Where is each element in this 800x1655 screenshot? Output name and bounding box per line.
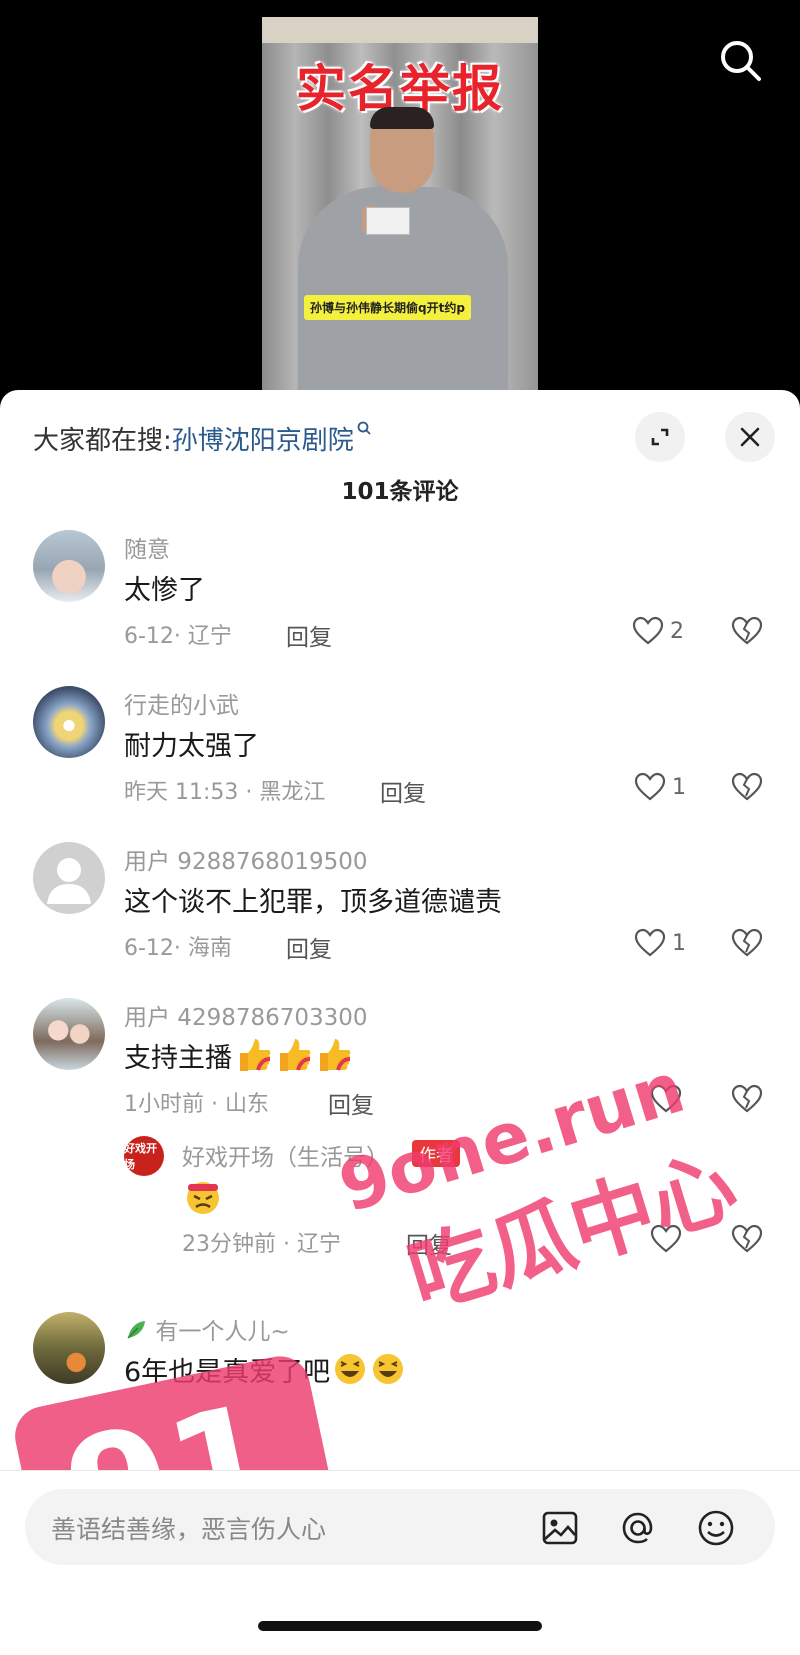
hot-search-prefix: 大家都在搜: bbox=[33, 426, 172, 456]
comment-text: 耐力太强了 bbox=[124, 731, 259, 762]
comment-input[interactable]: 善语结善缘，恶言伤人心 bbox=[25, 1489, 775, 1565]
small-search-icon bbox=[357, 421, 371, 435]
mention-button[interactable] bbox=[617, 1507, 659, 1549]
close-icon bbox=[740, 427, 760, 447]
comment-text: 太惨了 bbox=[124, 575, 205, 606]
comment-input-placeholder: 善语结善缘，恶言伤人心 bbox=[51, 1515, 327, 1544]
comment-author[interactable]: 用户 9288768019500 bbox=[124, 842, 368, 876]
video-frame[interactable]: 实名举报 孙博与孙伟静长期偷q开t约p bbox=[262, 17, 538, 397]
heart-icon bbox=[634, 928, 666, 957]
broken-heart-icon bbox=[731, 928, 763, 957]
expand-button[interactable] bbox=[635, 412, 685, 462]
person-hair bbox=[370, 107, 434, 129]
expand-icon bbox=[651, 428, 669, 446]
video-top-strip bbox=[262, 17, 538, 43]
thumbs-up-emoji-icon bbox=[280, 1039, 311, 1071]
laughing-emoji-icon bbox=[373, 1354, 404, 1384]
id-card-image bbox=[366, 207, 410, 235]
like-count: 1 bbox=[672, 774, 686, 800]
reply-button[interactable]: 回复 bbox=[328, 1086, 374, 1120]
like-count: 1 bbox=[672, 930, 686, 956]
image-icon bbox=[542, 1511, 578, 1545]
avatar[interactable] bbox=[33, 530, 105, 602]
broken-heart-icon bbox=[731, 772, 763, 801]
comment-meta: 1小时前 · 山东 bbox=[124, 1092, 269, 1117]
like-count: 2 bbox=[670, 618, 684, 644]
comment-text: 这个谈不上犯罪，顶多道德谴责 bbox=[124, 887, 502, 918]
dislike-button[interactable] bbox=[731, 616, 763, 650]
reply-button[interactable]: 回复 bbox=[286, 618, 332, 652]
reply-button[interactable]: 回复 bbox=[380, 774, 426, 808]
like-button[interactable]: 1 bbox=[634, 772, 686, 802]
home-indicator bbox=[258, 1621, 542, 1631]
like-button[interactable]: 2 bbox=[632, 616, 684, 646]
comment-meta: 昨天 11:53 · 黑龙江 bbox=[124, 780, 326, 805]
comment-author-name: 有一个人儿~ bbox=[155, 1319, 290, 1345]
hot-search-link[interactable]: 大家都在搜:孙博沈阳京剧院 bbox=[33, 420, 372, 457]
heart-icon bbox=[632, 616, 664, 645]
comment-text-body: 支持主播 bbox=[124, 1043, 232, 1074]
thumbs-up-emoji-icon bbox=[320, 1039, 351, 1071]
close-button[interactable] bbox=[725, 412, 775, 462]
heart-icon bbox=[634, 772, 666, 801]
avatar[interactable] bbox=[33, 998, 105, 1070]
like-button[interactable]: 1 bbox=[634, 928, 686, 958]
broken-heart-icon bbox=[731, 1084, 763, 1113]
author-avatar[interactable]: 好戏开场 bbox=[124, 1136, 164, 1176]
at-sign-icon bbox=[622, 1512, 653, 1544]
avatar[interactable] bbox=[33, 686, 105, 758]
video-caption: 孙博与孙伟静长期偷q开t约p bbox=[304, 295, 471, 320]
comment-author[interactable]: 随意 bbox=[124, 530, 170, 564]
reply-button[interactable]: 回复 bbox=[286, 930, 332, 964]
comment-meta: 6-12· 海南 bbox=[124, 936, 232, 961]
search-button[interactable] bbox=[718, 38, 764, 84]
laughing-emoji-icon bbox=[335, 1354, 366, 1384]
broken-heart-icon bbox=[731, 616, 763, 645]
thumbs-up-emoji-icon bbox=[240, 1039, 271, 1071]
sub-reply-meta: 23分钟前 · 辽宁 bbox=[182, 1232, 341, 1257]
hot-search-term[interactable]: 孙博沈阳京剧院 bbox=[172, 426, 354, 456]
search-icon bbox=[721, 41, 761, 81]
comment-author[interactable]: 有一个人儿~ bbox=[124, 1312, 290, 1346]
avatar[interactable] bbox=[33, 842, 105, 914]
avatar[interactable] bbox=[33, 1312, 105, 1384]
emoji-button[interactable] bbox=[695, 1507, 737, 1549]
dislike-button[interactable] bbox=[731, 772, 763, 806]
dislike-button[interactable] bbox=[731, 928, 763, 962]
image-button[interactable] bbox=[539, 1507, 581, 1549]
dislike-button[interactable] bbox=[731, 1084, 763, 1118]
comment-author[interactable]: 行走的小武 bbox=[124, 686, 239, 720]
smiley-icon bbox=[698, 1510, 734, 1546]
leaf-icon bbox=[127, 1321, 145, 1339]
comment-input-bar: 善语结善缘，恶言伤人心 bbox=[0, 1470, 800, 1655]
comment-author[interactable]: 用户 4298786703300 bbox=[124, 998, 368, 1032]
comment-meta: 6-12· 辽宁 bbox=[124, 624, 232, 649]
video-player[interactable]: 实名举报 孙博与孙伟静长期偷q开t约p bbox=[0, 0, 800, 410]
comment-text: 支持主播 bbox=[124, 1036, 352, 1075]
comment-count: 101条评论 bbox=[341, 479, 459, 505]
angry-face-emoji-icon bbox=[187, 1182, 219, 1214]
default-user-icon bbox=[47, 858, 91, 904]
